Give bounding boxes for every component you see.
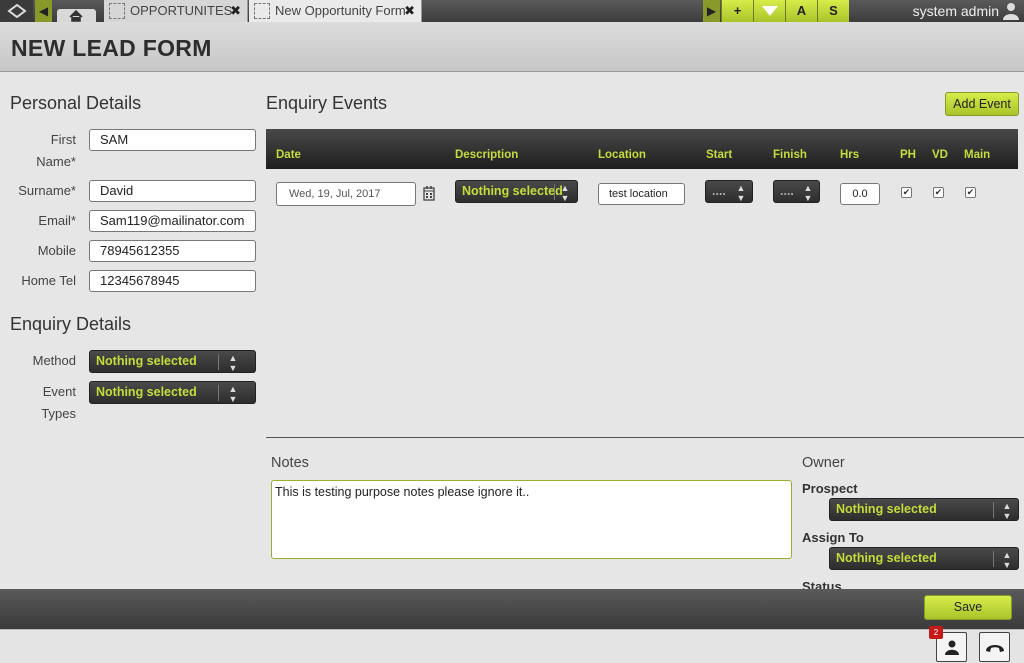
dropdown-button[interactable] — [753, 0, 785, 22]
col-main: Main — [964, 149, 991, 161]
updown-icon: ▲ ▼ — [1002, 550, 1012, 570]
surname-label: Surname* — [18, 183, 76, 198]
mobile-field[interactable]: 78945612355 — [89, 240, 256, 262]
vd-checkbox[interactable]: ✔ — [933, 187, 944, 198]
event-types-select[interactable]: Nothing selected ▲ ▼ — [89, 381, 256, 404]
app-menu-icon[interactable] — [0, 0, 33, 22]
scroll-right-icon[interactable]: ▶ — [703, 0, 720, 22]
event-date-field[interactable]: Wed, 19, Jul, 2017 — [276, 182, 416, 206]
assign-to-value: Nothing selected — [836, 551, 937, 565]
event-hrs-field[interactable]: 0.0 — [840, 183, 880, 205]
col-finish: Finish — [773, 149, 807, 161]
s-button[interactable]: S — [817, 0, 849, 22]
prospect-value: Nothing selected — [836, 502, 937, 516]
calendar-icon[interactable] — [423, 185, 437, 202]
first-name-field[interactable]: SAM — [89, 129, 256, 151]
assign-to-select[interactable]: Nothing selected ▲ ▼ — [829, 547, 1019, 570]
close-icon[interactable]: ✖ — [230, 0, 241, 22]
footer-bar — [0, 589, 1024, 629]
home-tab[interactable] — [57, 9, 96, 22]
method-label: Method — [32, 353, 76, 368]
bottom-bar — [0, 629, 1024, 663]
updown-icon: ▲ ▼ — [228, 384, 238, 404]
prospect-select[interactable]: Nothing selected ▲ ▼ — [829, 498, 1019, 521]
tab-label: New Opportunity Form — [275, 3, 406, 18]
page-icon — [254, 3, 270, 19]
col-ph: PH — [900, 149, 916, 161]
main-checkbox[interactable]: ✔ — [965, 187, 976, 198]
updown-icon: ▲ ▼ — [803, 183, 813, 203]
event-types-label: Event Types — [41, 384, 76, 421]
tab-label: OPPORTUNITES — [130, 3, 233, 18]
save-button[interactable]: Save — [924, 595, 1012, 620]
page-title: NEW LEAD FORM — [11, 35, 212, 61]
updown-icon: ▲ ▼ — [560, 183, 570, 203]
email-field[interactable]: Sam119@mailinator.com — [89, 210, 256, 232]
tab-new-opportunity-form[interactable]: New Opportunity Form ✖ — [249, 0, 422, 22]
col-hrs: Hrs — [840, 149, 860, 161]
page-header: NEW LEAD FORM — [0, 22, 1024, 72]
enquiry-details-heading: Enquiry Details — [10, 314, 132, 334]
col-start: Start — [706, 149, 733, 161]
event-start-select[interactable]: .... ▲ ▼ — [705, 180, 753, 203]
ph-checkbox[interactable]: ✔ — [901, 187, 912, 198]
prospect-label: Prospect — [802, 481, 858, 496]
event-location-field[interactable]: test location — [598, 183, 685, 205]
col-vd: VD — [932, 149, 948, 161]
user-icon[interactable] — [1002, 2, 1020, 20]
method-select[interactable]: Nothing selected ▲ ▼ — [89, 350, 256, 373]
notification-badge: 2 — [929, 626, 943, 639]
updown-icon: ▲ ▼ — [228, 353, 238, 373]
col-date: Date — [276, 149, 301, 161]
col-description: Description — [455, 149, 519, 161]
surname-field[interactable]: David — [89, 180, 256, 202]
add-button[interactable]: + — [721, 0, 753, 22]
home-tel-field[interactable]: 12345678945 — [89, 270, 256, 292]
divider — [266, 437, 1024, 438]
event-description-select[interactable]: Nothing selected ▲ ▼ — [455, 180, 578, 203]
first-name-label: First Name* — [36, 132, 76, 169]
close-icon[interactable]: ✖ — [404, 0, 415, 22]
user-name[interactable]: system admin — [913, 3, 999, 19]
tab-opportunites[interactable]: OPPORTUNITES ✖ — [104, 0, 248, 22]
notes-textarea[interactable]: This is testing purpose notes please ign… — [271, 480, 792, 559]
scroll-left-icon[interactable]: ◀ — [35, 0, 52, 22]
email-label: Email* — [38, 213, 76, 228]
event-types-value: Nothing selected — [96, 385, 197, 399]
home-tel-label: Home Tel — [21, 273, 76, 288]
add-event-button[interactable]: Add Event — [945, 92, 1019, 116]
updown-icon: ▲ ▼ — [1002, 501, 1012, 521]
event-finish-select[interactable]: .... ▲ ▼ — [773, 180, 820, 203]
method-value: Nothing selected — [96, 354, 197, 368]
enquiry-events-heading: Enquiry Events — [266, 93, 388, 113]
event-description-value: Nothing selected — [462, 184, 563, 198]
col-location: Location — [598, 149, 646, 161]
assign-to-label: Assign To — [802, 530, 864, 545]
personal-details-heading: Personal Details — [10, 93, 142, 113]
a-button[interactable]: A — [785, 0, 817, 22]
phone-button[interactable] — [979, 632, 1010, 662]
event-finish-value: .... — [780, 184, 794, 198]
mobile-label: Mobile — [37, 243, 76, 258]
event-start-value: .... — [712, 184, 726, 198]
updown-icon: ▲ ▼ — [736, 183, 746, 203]
owner-heading: Owner — [802, 455, 845, 471]
page-icon — [109, 3, 125, 19]
notes-label: Notes — [271, 455, 309, 471]
